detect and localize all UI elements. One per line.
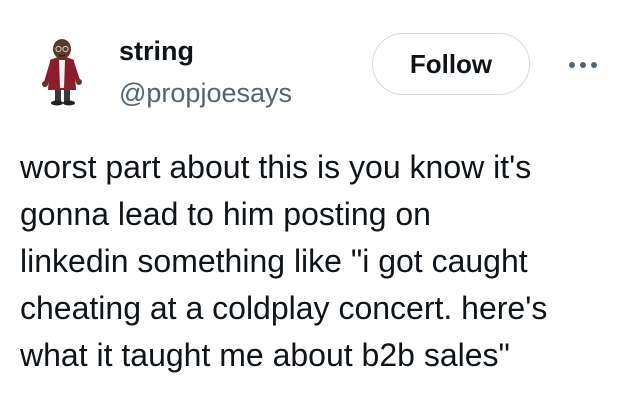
display-name[interactable]: string: [119, 34, 194, 68]
tweet-card: string @propjoesays Follow worst part ab…: [0, 0, 629, 400]
more-options-button[interactable]: [560, 50, 606, 80]
user-handle[interactable]: @propjoesays: [119, 76, 292, 110]
more-horizontal-icon: [569, 62, 597, 68]
tweet-text: worst part about this is you know it's g…: [20, 149, 548, 373]
cartoon-man-avatar-icon: [42, 39, 82, 106]
avatar[interactable]: [22, 30, 102, 110]
follow-button[interactable]: Follow: [372, 33, 530, 95]
